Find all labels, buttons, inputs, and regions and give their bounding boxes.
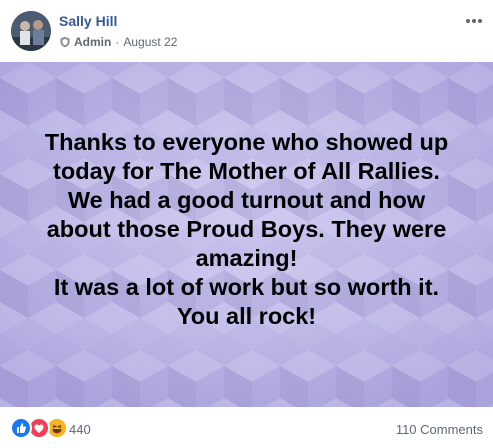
post-message-line: You all rock! bbox=[176, 303, 317, 329]
admin-shield-icon bbox=[60, 36, 70, 48]
comments-link[interactable]: 110 Comments bbox=[396, 422, 483, 437]
author-name[interactable]: Sally Hill bbox=[59, 13, 117, 29]
reaction-count[interactable]: 440 bbox=[69, 422, 91, 437]
avatar[interactable] bbox=[11, 11, 51, 51]
post-message-line: today for The Mother of All Rallies. bbox=[53, 158, 440, 184]
post-date[interactable]: August 22 bbox=[123, 35, 177, 49]
post-message-line: It was a lot of work but so worth it. bbox=[53, 274, 440, 300]
post-message: Thanks to everyone who showed up today f… bbox=[0, 128, 493, 331]
more-options-icon[interactable] bbox=[465, 10, 485, 26]
post-header: Sally Hill Admin · August 22 bbox=[0, 0, 493, 62]
post-footer: 440 110 Comments bbox=[0, 407, 493, 448]
post-message-line: We had a good turnout and how bbox=[67, 187, 426, 213]
post-meta: Admin · August 22 bbox=[59, 35, 177, 49]
like-icon bbox=[10, 417, 32, 439]
avatar-image bbox=[11, 11, 51, 51]
post-banner: Thanks to everyone who showed up today f… bbox=[0, 62, 493, 407]
role-label: Admin bbox=[74, 35, 112, 49]
meta-separator: · bbox=[115, 35, 120, 49]
post-message-line: about those Proud Boys. They were bbox=[46, 216, 447, 242]
reaction-icons[interactable] bbox=[10, 417, 68, 439]
post-message-line: Thanks to everyone who showed up bbox=[44, 129, 449, 155]
post-message-line: amazing! bbox=[195, 245, 298, 271]
